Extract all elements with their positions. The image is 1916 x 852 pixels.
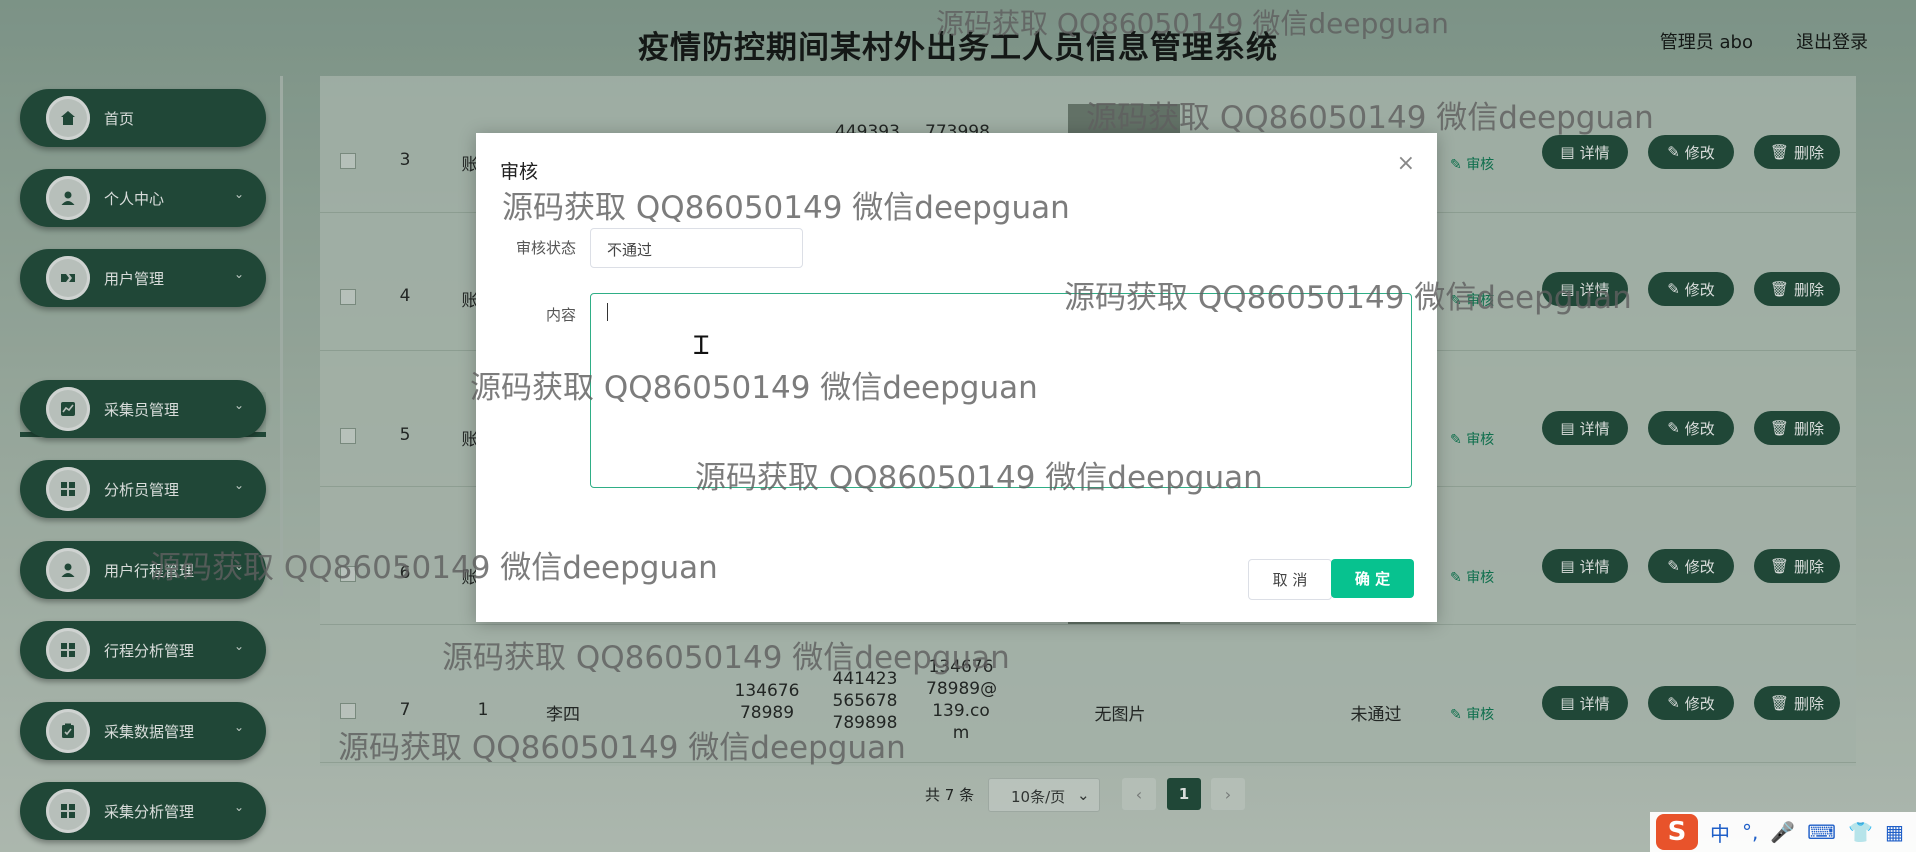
microphone-icon[interactable]: 🎤 bbox=[1770, 820, 1795, 844]
status-label: 审核状态 bbox=[515, 239, 576, 257]
cancel-button[interactable]: 取 消 bbox=[1248, 559, 1332, 600]
text-cursor-icon: Ɪ bbox=[694, 331, 709, 361]
ime-punctuation[interactable]: °, bbox=[1742, 820, 1758, 844]
content-textarea[interactable] bbox=[590, 293, 1412, 488]
skin-icon[interactable]: 👕 bbox=[1848, 820, 1873, 844]
sogou-logo-icon: S bbox=[1656, 814, 1698, 850]
close-icon[interactable]: × bbox=[1397, 153, 1415, 175]
audit-status-select[interactable]: 不通过 ⌄ bbox=[590, 228, 803, 268]
ime-toolbar[interactable]: S 中 °, 🎤 ⌨ 👕 ▦ bbox=[1650, 812, 1916, 852]
ime-language[interactable]: 中 bbox=[1710, 818, 1730, 847]
chevron-down-icon: ⌄ bbox=[607, 237, 618, 252]
audit-dialog: 审核 × 审核状态 不通过 ⌄ 内容 Ɪ 取 消 确 定 bbox=[476, 133, 1437, 622]
content-label: 内容 bbox=[545, 306, 576, 324]
dialog-title: 审核 bbox=[500, 161, 539, 183]
keyboard-icon[interactable]: ⌨ bbox=[1807, 820, 1836, 844]
grid-menu-icon[interactable]: ▦ bbox=[1885, 820, 1904, 844]
confirm-button[interactable]: 确 定 bbox=[1331, 559, 1414, 598]
text-caret bbox=[607, 303, 608, 321]
